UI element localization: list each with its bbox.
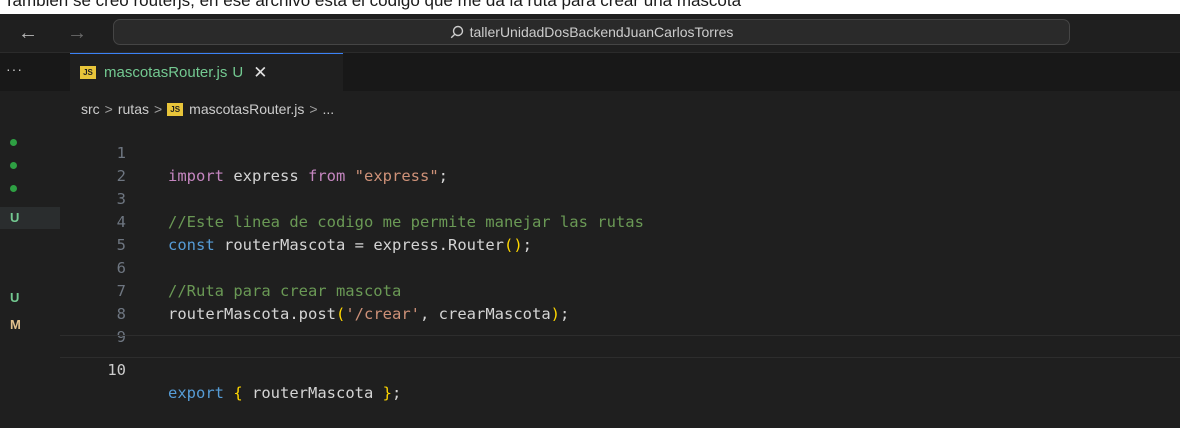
code-line-1[interactable]: 1 import express from "express";	[60, 119, 1180, 185]
breadcrumb-separator: >	[309, 101, 318, 117]
breadcrumb-item-symbols[interactable]: ...	[323, 101, 335, 117]
search-text: tallerUnidadDosBackendJuanCarlosTorres	[469, 24, 734, 40]
code-line-4[interactable]: 4 const routerMascota = express.Router()…	[60, 188, 1180, 254]
breadcrumb-item-file[interactable]: mascotasRouter.js	[189, 101, 304, 117]
code-line-8[interactable]: 8	[60, 280, 1180, 323]
scm-dot-marker	[0, 180, 60, 195]
code-line-9[interactable]: 9	[60, 303, 1180, 346]
activity-gutter: U U M	[0, 91, 60, 406]
more-actions-icon[interactable]: ···	[6, 61, 23, 77]
breadcrumb-separator: >	[153, 101, 163, 117]
identifier-token: routerMascota	[242, 384, 383, 402]
code-line-2[interactable]: 2	[60, 142, 1180, 185]
search-icon	[450, 25, 463, 39]
line-number: 10	[107, 361, 126, 379]
scm-dot-marker	[0, 134, 60, 149]
bracket-token: {	[233, 384, 243, 402]
breadcrumb-separator: >	[104, 101, 113, 117]
code-line-7[interactable]: 7 routerMascota.post('/crear', crearMasc…	[60, 257, 1180, 323]
forward-arrow-icon[interactable]: →	[67, 19, 87, 47]
code-line-3[interactable]: 3 //Este linea de codigo me permite mane…	[60, 165, 1180, 231]
scm-untracked-marker: U	[10, 290, 20, 305]
top-caption-strip: Tambien se creo routerjs, en ese archivo…	[0, 0, 1180, 14]
caption-text: Tambien se creo routerjs, en ese archivo…	[4, 0, 742, 10]
code-editor[interactable]: src > rutas > JS mascotasRouter.js > ...…	[60, 91, 1180, 406]
scm-modified-marker: M	[10, 317, 21, 332]
close-icon[interactable]: ✕	[253, 63, 267, 83]
title-bar: ← → tallerUnidadDosBackendJuanCarlosTorr…	[0, 14, 1180, 53]
breadcrumb: src > rutas > JS mascotasRouter.js > ...	[81, 98, 334, 120]
scm-dot-marker	[0, 157, 60, 172]
code-line-5[interactable]: 5	[60, 211, 1180, 254]
code-line-6[interactable]: 6 //Ruta para crear mascota	[60, 234, 1180, 300]
command-center-search[interactable]: tallerUnidadDosBackendJuanCarlosTorres	[113, 19, 1070, 45]
tab-bar: ··· JS mascotasRouter.js U ✕	[0, 53, 1180, 91]
bracket-token: }	[382, 384, 393, 402]
code-line-10[interactable]: 10 export { routerMascota };	[60, 335, 1180, 402]
javascript-file-icon: JS	[167, 102, 184, 116]
tab-label: mascotasRouter.js	[104, 64, 228, 81]
back-arrow-icon[interactable]: ←	[18, 19, 38, 47]
breadcrumb-item-src[interactable]: src	[81, 101, 100, 117]
keyword-token: export	[168, 384, 224, 402]
scm-untracked-marker: U	[0, 207, 60, 229]
javascript-file-icon: JS	[80, 66, 96, 79]
breadcrumb-item-rutas[interactable]: rutas	[118, 101, 149, 117]
tab-mascotasrouter[interactable]: JS mascotasRouter.js U ✕	[70, 53, 343, 91]
punctuation-token: ;	[392, 384, 402, 402]
tab-untracked-status: U	[232, 64, 244, 81]
